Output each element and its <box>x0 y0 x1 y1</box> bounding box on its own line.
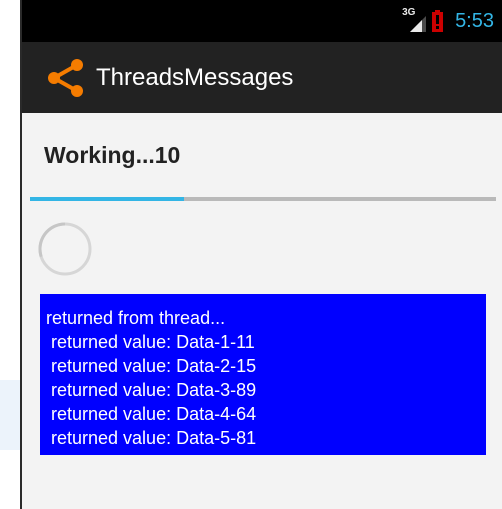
loading-spinner <box>35 219 95 279</box>
battery-alert-icon <box>432 10 444 32</box>
signal-3g-icon: 3G <box>402 7 427 32</box>
status-bar: 3G 5:53 <box>22 0 502 42</box>
horizontal-progress-bar <box>30 197 496 201</box>
android-screen: 3G 5:53 ThreadsMessages Working...10 ret… <box>20 0 502 509</box>
main-content: Working...10 returned from thread... ret… <box>22 113 502 509</box>
output-line: returned value: Data-3-89 <box>46 380 257 400</box>
app-title: ThreadsMessages <box>96 63 294 91</box>
status-icons: 3G 5:53 <box>402 0 494 42</box>
output-line: returned value: Data-2-15 <box>46 356 257 376</box>
output-line: returned from thread... <box>46 308 226 328</box>
progress-fill <box>30 197 184 201</box>
output-line: returned value: Data-5-81 <box>46 428 257 448</box>
status-clock: 5:53 <box>455 9 494 32</box>
background-window-fragment <box>0 380 58 450</box>
window-shade <box>0 380 20 450</box>
working-status-text: Working...10 <box>44 142 181 168</box>
output-line: returned value: Data-4-64 <box>46 404 257 424</box>
output-line: returned value: Data-1-11 <box>46 332 255 352</box>
action-bar: ThreadsMessages <box>22 42 502 113</box>
thread-output-box: returned from thread... returned value: … <box>40 294 486 455</box>
share-icon[interactable] <box>44 56 88 100</box>
